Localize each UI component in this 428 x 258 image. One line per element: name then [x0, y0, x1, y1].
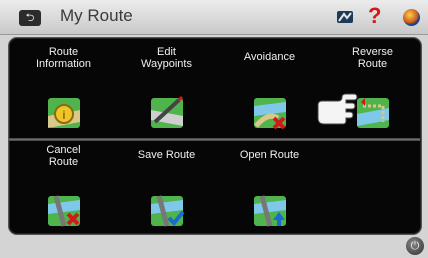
edit-waypoints-label-1: Edit: [157, 46, 176, 58]
save-route-icon: [151, 195, 185, 227]
pointer-hand-icon: [317, 93, 358, 125]
route-information-label-1: Route: [48, 46, 79, 58]
avoidance-icon: [254, 98, 286, 130]
save-route-label: Save Route: [137, 149, 196, 161]
cancel-route-icon: [48, 195, 80, 227]
reverse-route-icon: [357, 98, 389, 128]
edit-waypoints-button[interactable]: Edit Waypoints: [115, 40, 218, 137]
globe-icon[interactable]: [403, 9, 420, 26]
edit-waypoints-icon: [151, 95, 184, 128]
open-route-label: Open Route: [239, 149, 300, 161]
cancel-route-button[interactable]: Cancel Route: [12, 138, 115, 235]
title-bar: ⮌ My Route ?: [0, 0, 428, 35]
reverse-route-label-2: Route: [357, 58, 388, 70]
page-title: My Route: [60, 6, 133, 25]
open-route-icon: [254, 195, 286, 227]
power-icon[interactable]: ⏻: [406, 237, 424, 255]
route-information-icon: i: [48, 98, 80, 128]
back-button[interactable]: ⮌: [19, 10, 41, 26]
route-information-label-2: Information: [35, 58, 92, 70]
save-route-button[interactable]: Save Route: [115, 138, 218, 235]
avoidance-label: Avoidance: [243, 51, 296, 63]
cancel-route-label-1: Cancel: [46, 144, 81, 156]
route-information-button[interactable]: Route Information i: [12, 40, 115, 137]
avoidance-button[interactable]: Avoidance: [218, 40, 321, 137]
reverse-route-label-1: Reverse: [352, 46, 393, 58]
svg-text:i: i: [63, 108, 66, 122]
open-route-button[interactable]: Open Route: [218, 138, 321, 235]
map-icon[interactable]: [336, 9, 354, 25]
cancel-route-label-2: Route: [48, 156, 79, 168]
help-icon[interactable]: ?: [368, 4, 381, 28]
edit-waypoints-label-2: Waypoints: [141, 58, 192, 70]
